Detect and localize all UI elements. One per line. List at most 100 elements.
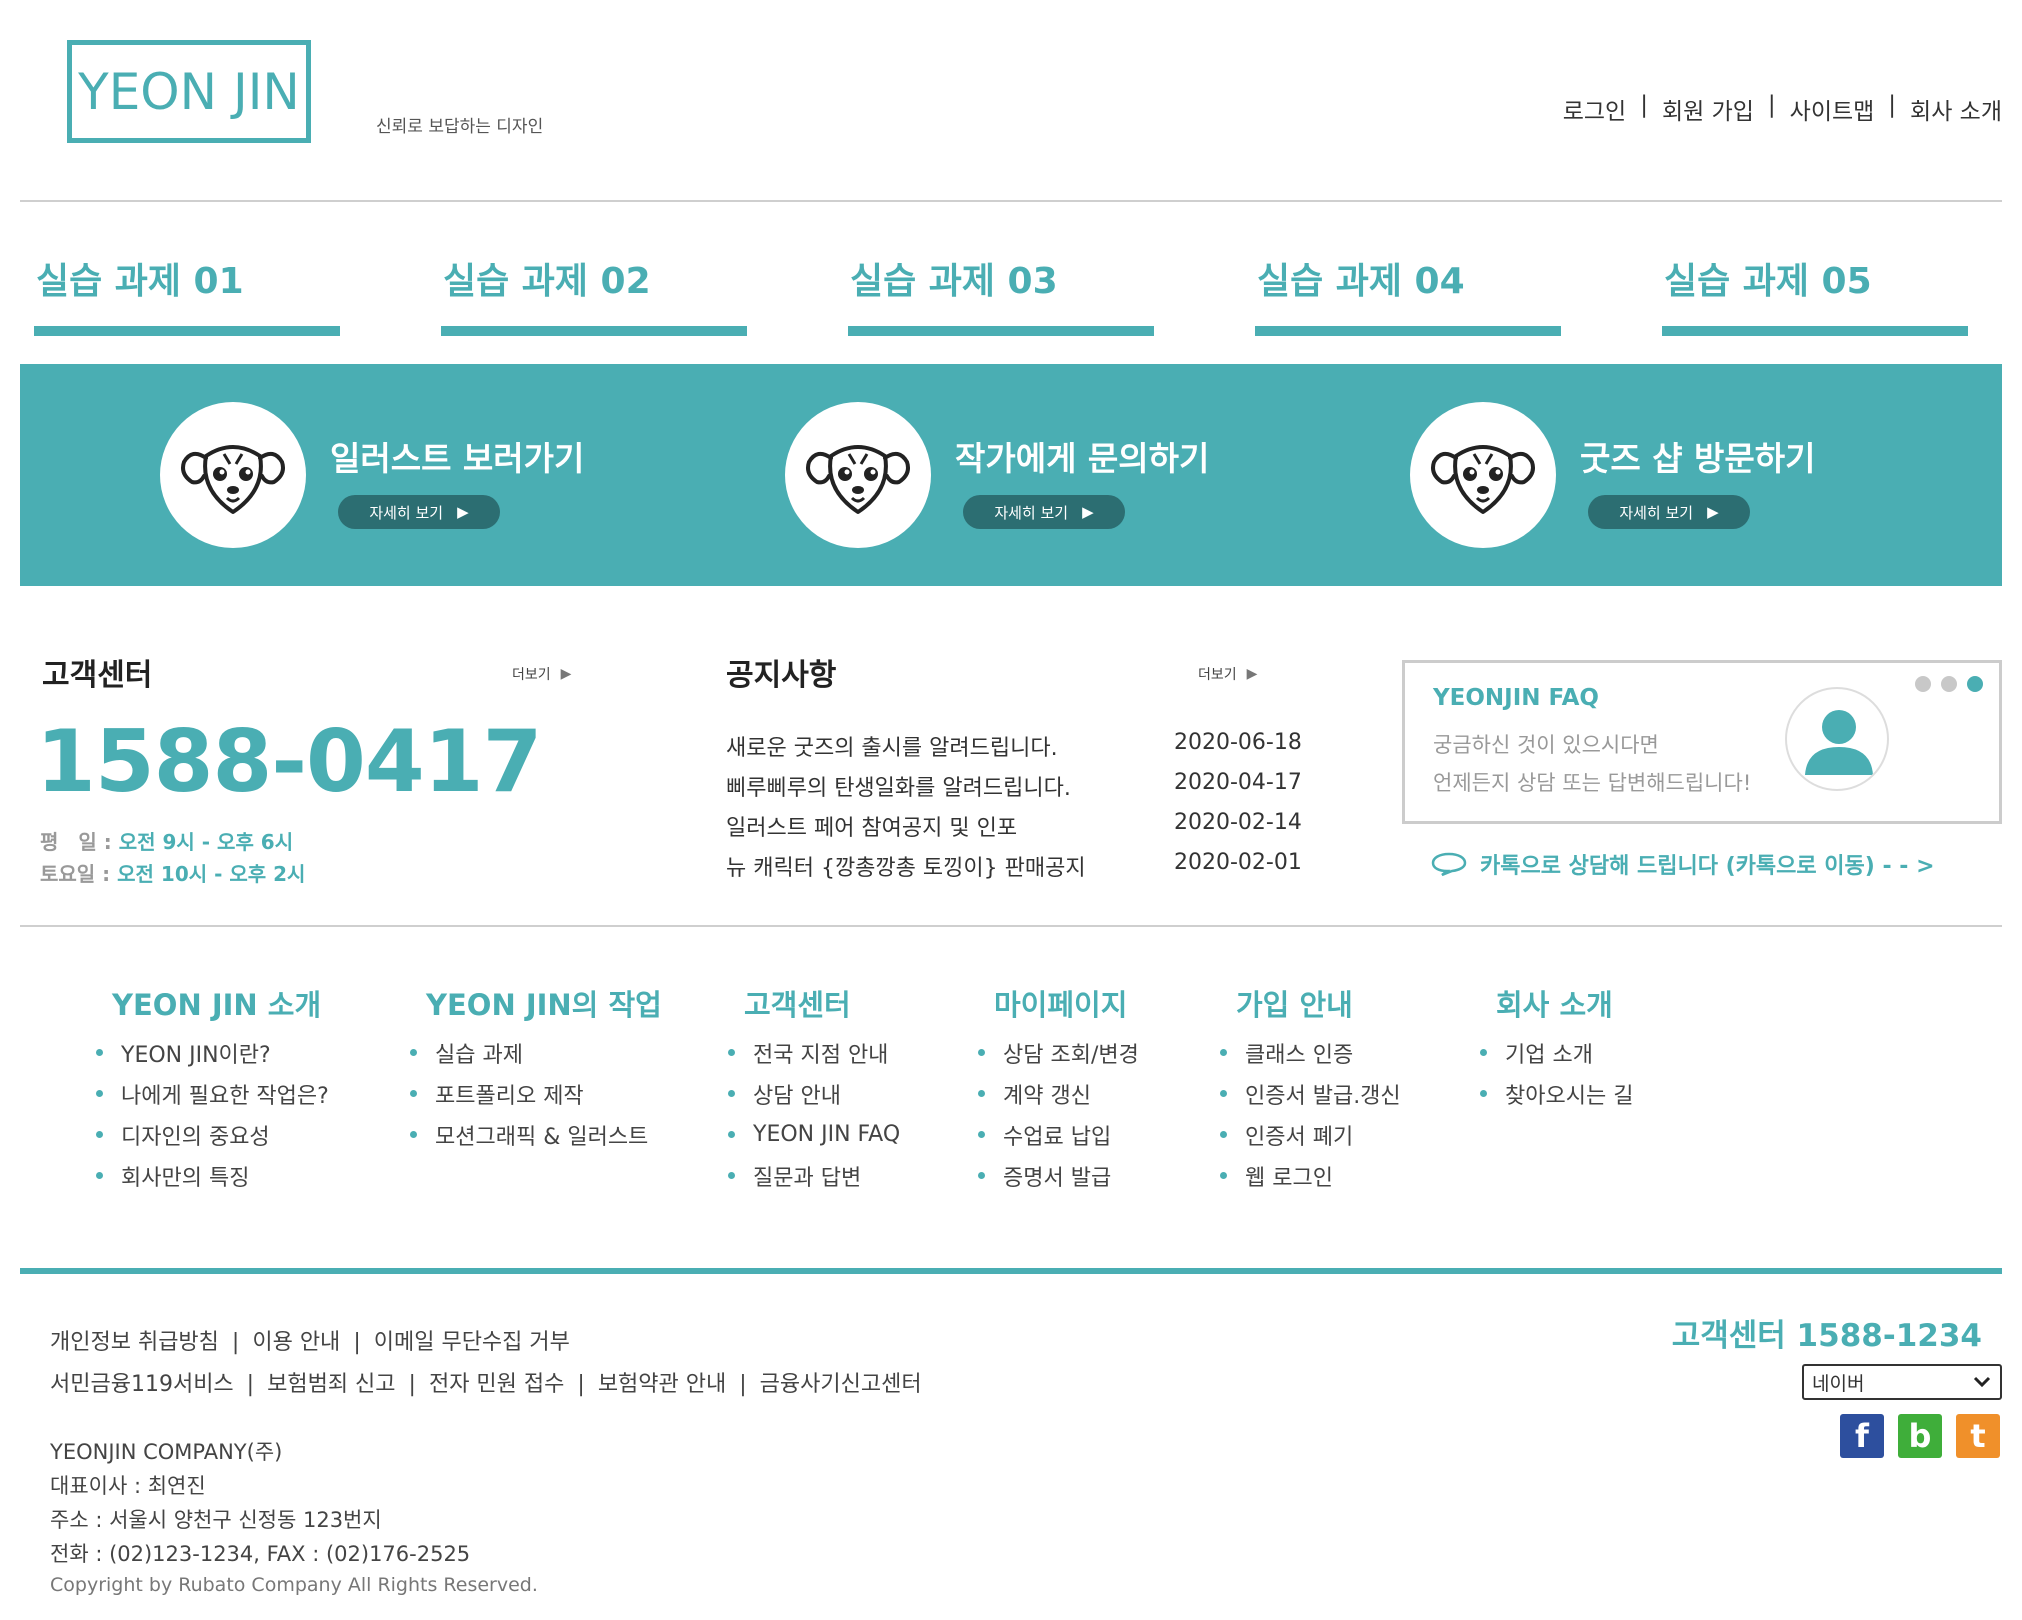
sitemap-link[interactable]: 상담 조회/변경 <box>978 1032 1139 1073</box>
sitemap-link[interactable]: 회사만의 특징 <box>96 1155 329 1196</box>
sitemap-link[interactable]: 찾아오시는 길 <box>1480 1073 1633 1114</box>
tab-label: 실습 과제 03 <box>850 261 1058 302</box>
privacy-policy-link[interactable]: 개인정보 취급방침 <box>50 1330 219 1355</box>
sitemap-column-title[interactable]: 마이페이지 <box>994 982 1139 1024</box>
saturday-hours: 토요일 : 오전 10시 - 오후 2시 <box>40 858 305 887</box>
finance-service-link[interactable]: 서민금융119서비스 <box>50 1372 234 1397</box>
notice-item-title: 일러스트 페어 참여공지 및 인포 <box>726 816 1018 841</box>
sitemap-column: 고객센터 전국 지점 안내 상담 안내 YEON JIN FAQ 질문과 답변 <box>728 982 900 1196</box>
notice-more-link[interactable]: 더보기 ▶ <box>1198 664 1257 684</box>
sitemap-column-title[interactable]: 고객센터 <box>744 982 900 1024</box>
sitemap-link[interactable]: 인증서 폐기 <box>1220 1114 1401 1155</box>
portal-select-value: 네이버 <box>1812 1372 1865 1395</box>
usage-guide-link[interactable]: 이용 안내 <box>252 1330 340 1355</box>
sitemap-link[interactable]: YEON JIN FAQ <box>728 1114 900 1155</box>
sitemap-link[interactable]: 모션그래픽 & 일러스트 <box>410 1114 662 1155</box>
weekday-hours: 평 일 : 오전 9시 - 오후 6시 <box>40 826 293 855</box>
promo-detail-button[interactable]: 자세히 보기 ▶ <box>1588 495 1750 529</box>
customer-center-phone: 1588-0417 <box>36 712 542 812</box>
notice-item[interactable]: 삐루삐루의 탄생일화를 알려드립니다. 2020-04-17 <box>726 770 1326 802</box>
sitemap-link[interactable]: YEON JIN이란? <box>96 1032 329 1073</box>
promo-detail-button[interactable]: 자세히 보기 ▶ <box>338 495 500 529</box>
sitemap-column: YEON JIN 소개 YEON JIN이란? 나에게 필요한 작업은? 디자인… <box>96 982 329 1196</box>
sitemap-link[interactable]: 수업료 납입 <box>978 1114 1139 1155</box>
notice-item-title: 뉴 캐릭터 {깡총깡총 토낑이} 판매공지 <box>726 856 1086 881</box>
sitemap-column: 마이페이지 상담 조회/변경 계약 갱신 수업료 납입 증명서 발급 <box>978 982 1139 1196</box>
tab-project-02[interactable]: 실습 과제 02 <box>441 252 747 336</box>
sitemap-column-title[interactable]: YEON JIN의 작업 <box>426 982 662 1024</box>
divider: | <box>1888 92 1897 118</box>
play-arrow-icon: ▶ <box>1082 503 1094 521</box>
sitemap-link[interactable]: 클래스 인증 <box>1220 1032 1401 1073</box>
promo-title: 일러스트 보러가기 <box>330 439 585 478</box>
sitemap-link[interactable]: 포트폴리오 제작 <box>410 1073 662 1114</box>
sitemap-link[interactable]: 웹 로그인 <box>1220 1155 1401 1196</box>
about-link[interactable]: 회사 소개 <box>1910 92 2002 126</box>
blog-icon[interactable]: b <box>1898 1414 1942 1458</box>
tab-label: 실습 과제 04 <box>1257 261 1465 302</box>
weekday-label: 평 일 : <box>40 830 112 854</box>
sitemap-link[interactable]: 전국 지점 안내 <box>728 1032 900 1073</box>
promo-detail-button[interactable]: 자세히 보기 ▶ <box>963 495 1125 529</box>
sitemap-column-title[interactable]: YEON JIN 소개 <box>112 982 329 1024</box>
play-arrow-icon: ▶ <box>560 666 572 682</box>
faq-text-line: 언제든지 상담 또는 답변해드립니다! <box>1433 771 1752 795</box>
sitemap-column-title[interactable]: 회사 소개 <box>1496 982 1633 1024</box>
insurance-terms-link[interactable]: 보험약관 안내 <box>598 1372 726 1397</box>
portal-select[interactable]: 네이버 <box>1802 1364 2002 1400</box>
tumblr-icon[interactable]: t <box>1956 1414 2000 1458</box>
faq-card[interactable]: YEONJIN FAQ 궁금하신 것이 있으시다면 언제든지 상담 또는 답변해… <box>1402 660 2002 824</box>
divider: | <box>408 1372 416 1397</box>
button-label: 자세히 보기 <box>369 503 444 522</box>
carousel-dot-active[interactable] <box>1967 676 1983 692</box>
tab-underline <box>848 326 1154 336</box>
sitemap-link[interactable]: 상담 안내 <box>728 1073 900 1114</box>
sitemap-column-title[interactable]: 가입 안내 <box>1236 982 1401 1024</box>
footer-links-row: 서민금융119서비스 | 보험범죄 신고 | 전자 민원 접수 | 보험약관 안내 | 금융사기… <box>50 1366 922 1398</box>
tab-underline <box>34 326 340 336</box>
civil-complaint-link[interactable]: 전자 민원 접수 <box>429 1372 564 1397</box>
notice-item[interactable]: 일러스트 페어 참여공지 및 인포 2020-02-14 <box>726 810 1326 842</box>
email-refusal-link[interactable]: 이메일 무단수집 거부 <box>374 1330 570 1355</box>
kakao-consult-link[interactable]: 카톡으로 상담해 드립니다 (카톡으로 이동) - - > <box>1430 848 1935 880</box>
tab-project-01[interactable]: 실습 과제 01 <box>34 252 340 336</box>
sitemap-link[interactable]: 계약 갱신 <box>978 1073 1139 1114</box>
insurance-fraud-link[interactable]: 보험범죄 신고 <box>267 1372 395 1397</box>
sitemap-link[interactable]: 나에게 필요한 작업은? <box>96 1073 329 1114</box>
notice-item[interactable]: 새로운 굿즈의 출시를 알려드립니다. 2020-06-18 <box>726 730 1326 762</box>
logo[interactable]: YEON JIN <box>67 40 311 143</box>
signup-link[interactable]: 회원 가입 <box>1662 92 1754 126</box>
tab-project-04[interactable]: 실습 과제 04 <box>1255 252 1561 336</box>
weekday-hours-value: 오전 9시 - 오후 6시 <box>118 830 294 854</box>
notice-item-date: 2020-04-17 <box>1174 770 1302 795</box>
sitemap-link[interactable]: 증명서 발급 <box>978 1155 1139 1196</box>
divider: | <box>231 1330 240 1355</box>
divider: | <box>353 1330 361 1355</box>
fraud-report-link[interactable]: 금융사기신고센터 <box>760 1372 922 1397</box>
carousel-dot[interactable] <box>1915 676 1931 692</box>
customer-center-more-link[interactable]: 더보기 ▶ <box>512 664 571 684</box>
tab-project-03[interactable]: 실습 과제 03 <box>848 252 1154 336</box>
login-link[interactable]: 로그인 <box>1563 92 1626 126</box>
play-arrow-icon: ▶ <box>1707 503 1719 521</box>
sitemap-link[interactable]: 질문과 답변 <box>728 1155 900 1196</box>
sitemap-link[interactable]: 디자인의 중요성 <box>96 1114 329 1155</box>
footer-customer-center: 고객센터 1588-1234 <box>1671 1318 1982 1354</box>
facebook-icon[interactable]: f <box>1840 1414 1884 1458</box>
logo-text: YEON JIN <box>78 62 300 121</box>
carousel-dot[interactable] <box>1941 676 1957 692</box>
promo-title: 굿즈 샵 방문하기 <box>1580 439 1816 478</box>
section-divider <box>20 925 2002 927</box>
faq-title: YEONJIN FAQ <box>1433 685 1599 711</box>
notice-item-date: 2020-02-14 <box>1174 810 1302 835</box>
divider: | <box>577 1372 585 1397</box>
tab-underline <box>441 326 747 336</box>
notice-item-date: 2020-06-18 <box>1174 730 1302 755</box>
button-label: 자세히 보기 <box>1619 503 1694 522</box>
sitemap-link[interactable]: 사이트맵 <box>1790 92 1875 126</box>
sitemap-link[interactable]: 인증서 발급.갱신 <box>1220 1073 1401 1114</box>
tab-project-05[interactable]: 실습 과제 05 <box>1662 252 1968 336</box>
sitemap-link[interactable]: 기업 소개 <box>1480 1032 1633 1073</box>
notice-item[interactable]: 뉴 캐릭터 {깡총깡총 토낑이} 판매공지 2020-02-01 <box>726 850 1326 882</box>
sitemap-link[interactable]: 실습 과제 <box>410 1032 662 1073</box>
